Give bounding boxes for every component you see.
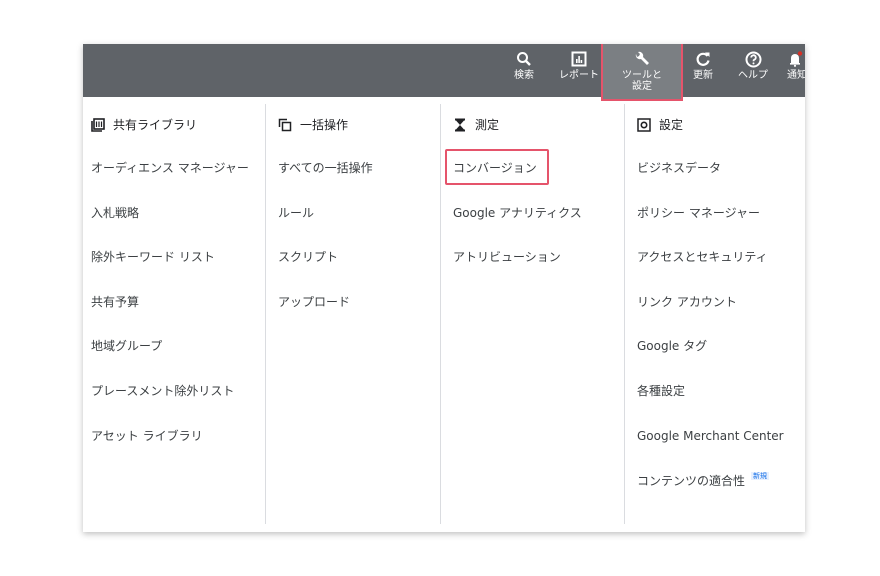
hourglass-icon bbox=[453, 118, 467, 132]
top-toolbar: 検索 レポート ツールと 設定 更新 ヘルプ 通知 bbox=[83, 44, 805, 101]
column-header-label: 設定 bbox=[659, 118, 684, 132]
wrench-icon bbox=[633, 48, 651, 70]
tools-settings-panel: 検索 レポート ツールと 設定 更新 ヘルプ 通知 共有ライブラリ オーディエン… bbox=[83, 44, 805, 532]
bell-icon bbox=[787, 48, 803, 70]
menu-item-asset-library[interactable]: アセット ライブラリ bbox=[91, 428, 203, 444]
menu-item-merchant-center[interactable]: Google Merchant Center bbox=[637, 428, 784, 444]
tools-label-line2: 設定 bbox=[632, 81, 652, 92]
content-suitability-label: コンテンツの適合性 bbox=[637, 474, 746, 488]
menu-item-audience-manager[interactable]: オーディエンス マネージャー bbox=[91, 160, 249, 176]
menu-item-negative-keyword-lists[interactable]: 除外キーワード リスト bbox=[91, 249, 215, 265]
search-label: 検索 bbox=[514, 70, 534, 81]
column-divider bbox=[440, 104, 441, 524]
menu-item-scripts[interactable]: スクリプト bbox=[278, 249, 338, 265]
menu-item-uploads[interactable]: アップロード bbox=[278, 294, 350, 310]
help-button[interactable]: ヘルプ bbox=[735, 44, 771, 97]
menu-item-location-groups[interactable]: 地域グループ bbox=[91, 338, 162, 354]
column-shared-library: 共有ライブラリ オーディエンス マネージャー 入札戦略 除外キーワード リスト … bbox=[83, 97, 265, 523]
column-divider bbox=[624, 104, 625, 524]
settings-box-icon bbox=[637, 117, 651, 132]
menu-item-attribution[interactable]: アトリビューション bbox=[453, 249, 561, 265]
notifications-button[interactable]: 通知 bbox=[787, 44, 805, 97]
tools-settings-button[interactable]: ツールと 設定 bbox=[601, 44, 683, 101]
column-setup: 設定 ビジネスデータ ポリシー マネージャー アクセスとセキュリティ リンク ア… bbox=[629, 97, 805, 523]
refresh-icon bbox=[695, 48, 711, 70]
library-icon bbox=[91, 117, 105, 132]
reports-button[interactable]: レポート bbox=[557, 44, 601, 97]
column-header-label: 共有ライブラリ bbox=[113, 118, 198, 132]
menu-item-placement-exclusion-lists[interactable]: プレースメント除外リスト bbox=[91, 383, 234, 399]
menu-item-shared-budgets[interactable]: 共有予算 bbox=[91, 294, 139, 310]
search-button[interactable]: 検索 bbox=[509, 44, 539, 97]
refresh-button[interactable]: 更新 bbox=[689, 44, 717, 97]
column-header: 設定 bbox=[637, 116, 683, 133]
column-divider bbox=[265, 104, 266, 524]
menu-item-google-analytics[interactable]: Google アナリティクス bbox=[453, 205, 582, 221]
copy-icon bbox=[278, 118, 292, 132]
column-header: 測定 bbox=[453, 116, 499, 133]
menu-item-preferences[interactable]: 各種設定 bbox=[637, 383, 685, 399]
column-measurement: 測定 コンバージョン Google アナリティクス アトリビューション bbox=[445, 97, 624, 523]
column-header-label: 一括操作 bbox=[300, 118, 349, 132]
search-icon bbox=[516, 48, 532, 70]
reports-label: レポート bbox=[559, 70, 599, 81]
menu-item-business-data[interactable]: ビジネスデータ bbox=[637, 160, 721, 176]
menu-item-linked-accounts[interactable]: リンク アカウント bbox=[637, 294, 737, 310]
help-icon bbox=[745, 48, 762, 70]
reports-icon bbox=[571, 48, 587, 70]
column-header: 共有ライブラリ bbox=[91, 116, 197, 133]
menu-item-access-security[interactable]: アクセスとセキュリティ bbox=[637, 249, 768, 265]
menu-item-rules[interactable]: ルール bbox=[278, 205, 314, 221]
column-bulk-actions: 一括操作 すべての一括操作 ルール スクリプト アップロード bbox=[270, 97, 440, 523]
tools-label-line1: ツールと bbox=[622, 70, 662, 81]
column-header: 一括操作 bbox=[278, 116, 348, 133]
menu-item-content-suitability[interactable]: コンテンツの適合性 新規 bbox=[637, 472, 770, 491]
menu-item-google-tag[interactable]: Google タグ bbox=[637, 338, 707, 354]
refresh-label: 更新 bbox=[693, 70, 713, 81]
help-label: ヘルプ bbox=[738, 70, 768, 81]
new-badge: 新規 bbox=[751, 472, 770, 480]
menu-item-policy-manager[interactable]: ポリシー マネージャー bbox=[637, 205, 760, 221]
menu-item-all-bulk-actions[interactable]: すべての一括操作 bbox=[278, 160, 373, 176]
column-header-label: 測定 bbox=[475, 118, 500, 132]
menu-item-conversions[interactable]: コンバージョン bbox=[453, 160, 537, 176]
notifications-label: 通知 bbox=[787, 70, 805, 81]
menu-item-bid-strategies[interactable]: 入札戦略 bbox=[91, 205, 139, 221]
tools-label: ツールと 設定 bbox=[622, 70, 662, 92]
